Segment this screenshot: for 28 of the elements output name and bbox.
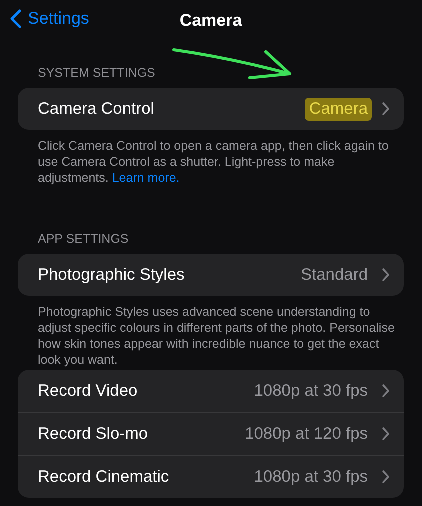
- settings-row[interactable]: Record Slo-mo 1080p at 120 fps: [18, 413, 404, 456]
- settings-row[interactable]: Record Cinematic 1080p at 30 fps: [18, 456, 404, 498]
- row-label: Record Cinematic: [38, 468, 170, 486]
- row-value: Standard: [300, 264, 369, 286]
- chevron-icon: [382, 268, 390, 282]
- row-label: Camera Control: [38, 100, 156, 118]
- row-value: 1080p at 30 fps: [253, 380, 369, 402]
- row-value: Camera: [305, 98, 372, 120]
- settings-row[interactable]: Record Video 1080p at 30 fps: [18, 370, 404, 413]
- settings-row[interactable]: Camera Control Camera: [18, 88, 404, 130]
- row-label: Record Video: [38, 382, 139, 400]
- chevron-icon: [382, 427, 390, 441]
- learn-more-link[interactable]: Learn more.: [112, 171, 180, 185]
- chevron-icon: [382, 470, 390, 484]
- chevron-icon: [382, 384, 390, 398]
- section-header: APP SETTINGS: [38, 232, 129, 246]
- page-title: Camera: [180, 11, 242, 31]
- back-chevron-icon: [10, 9, 22, 29]
- row-label: Photographic Styles: [38, 266, 186, 284]
- section-header: SYSTEM SETTINGS: [38, 66, 156, 80]
- chevron-icon: [382, 102, 390, 116]
- section-footer: Click Camera Control to open a camera app, then click again to use Camera Control as a shutter. Light-press to make adjustments. Learn more.: [18, 130, 404, 186]
- row-label: Record Slo-mo: [38, 424, 150, 444]
- settings-row[interactable]: Photographic Styles Standard: [18, 254, 404, 296]
- row-value: 1080p at 30 fps: [253, 466, 369, 488]
- row-value: 1080p at 120 fps: [244, 424, 369, 444]
- back-button[interactable]: Settings: [10, 9, 90, 29]
- section-footer: Photographic Styles uses advanced scene understanding to adjust specific colours in different parts of the photo. Personalise how skin tones appear with incredible nuance to get the exact look you want.: [18, 296, 404, 368]
